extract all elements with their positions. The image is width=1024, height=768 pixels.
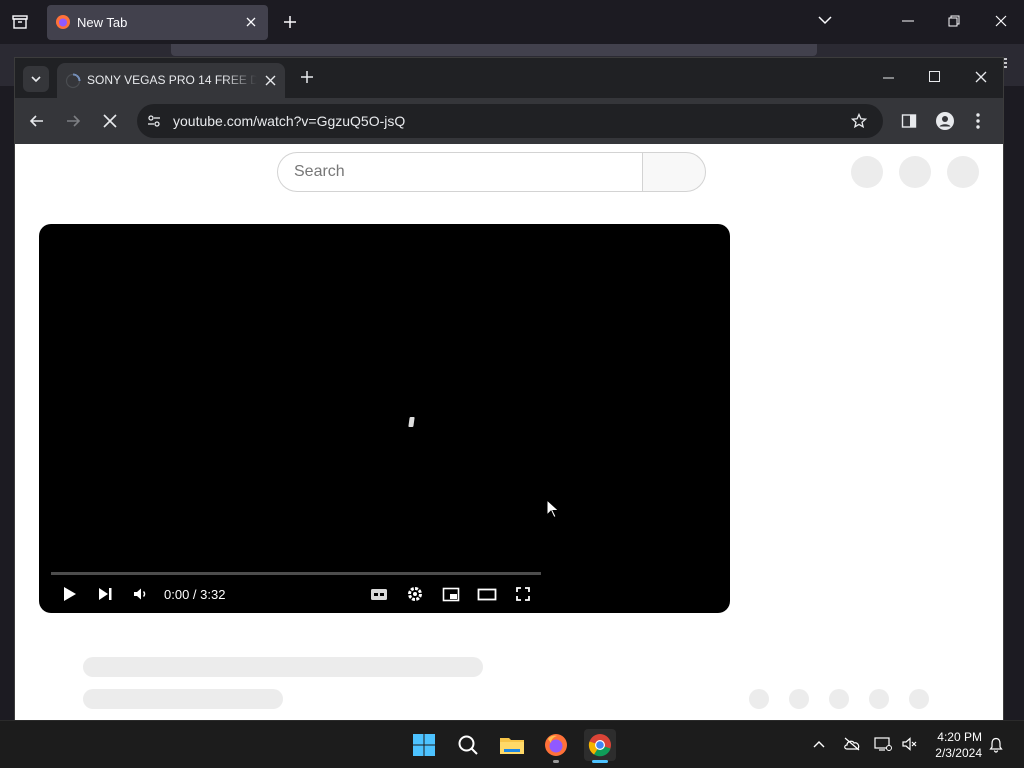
volume-icon[interactable] (127, 582, 155, 606)
minimize-icon[interactable] (883, 77, 894, 79)
volume-muted-icon[interactable] (901, 737, 919, 751)
theater-mode-icon[interactable] (473, 582, 501, 606)
close-window-icon[interactable] (995, 15, 1007, 27)
next-video-icon[interactable] (91, 582, 119, 606)
action-skeleton-dot (749, 689, 769, 709)
forward-arrow-icon[interactable] (65, 113, 81, 129)
new-tab-plus-icon[interactable] (282, 14, 298, 30)
back-arrow-icon[interactable] (29, 113, 45, 129)
clock-time: 4:20 PM (937, 730, 982, 744)
onedrive-offline-icon[interactable] (843, 737, 861, 751)
chrome-taskbar-icon[interactable] (584, 729, 616, 763)
firefox-tab-title: New Tab (77, 15, 128, 30)
action-skeleton-dot (869, 689, 889, 709)
taskbar: 4:20 PM 2/3/2024 (0, 720, 1024, 768)
header-skeleton-circle (899, 156, 931, 188)
side-panel-icon[interactable] (901, 113, 917, 129)
close-tab-icon[interactable] (265, 75, 276, 86)
minimize-icon[interactable] (902, 20, 914, 22)
network-icon[interactable] (874, 736, 892, 752)
chrome-menu-icon[interactable] (975, 112, 981, 130)
new-tab-plus-icon[interactable] (300, 70, 314, 84)
maximize-icon[interactable] (929, 71, 940, 82)
miniplayer-icon[interactable] (437, 582, 465, 606)
stop-loading-icon[interactable] (103, 114, 117, 128)
firefox-tab-new-tab[interactable]: New Tab (47, 5, 268, 40)
bookmark-star-icon[interactable] (851, 113, 867, 129)
chrome-toolbar: youtube.com/watch?v=GgzuQ5O-jsQ (15, 98, 1003, 144)
search-placeholder: Search (294, 163, 345, 180)
close-window-icon[interactable] (975, 71, 987, 83)
restore-icon[interactable] (948, 15, 960, 27)
running-indicator (553, 760, 559, 763)
video-player[interactable]: 0:00 / 3:32 (39, 224, 730, 613)
progress-bar[interactable] (51, 572, 541, 575)
fullscreen-icon[interactable] (509, 582, 537, 606)
search-icon[interactable] (452, 729, 484, 761)
chrome-tab-youtube[interactable]: SONY VEGAS PRO 14 FREE DOWNLOAD (57, 63, 285, 98)
header-skeleton-circle (947, 156, 979, 188)
list-all-tabs-chevron-icon[interactable] (818, 15, 832, 25)
firefox-tab-bar: New Tab (0, 0, 1024, 44)
system-clock[interactable]: 4:20 PM 2/3/2024 (935, 729, 982, 761)
active-indicator (592, 760, 608, 763)
site-info-tune-icon[interactable] (147, 114, 161, 128)
clock-date: 2/3/2024 (935, 746, 982, 760)
play-icon[interactable] (55, 582, 83, 606)
windows-start-icon[interactable] (408, 729, 440, 761)
firefox-tab-list-icon[interactable] (10, 12, 30, 32)
chrome-window: SONY VEGAS PRO 14 FREE DOWNLOAD (14, 57, 1004, 721)
firefox-url-bar[interactable] (171, 44, 817, 56)
title-skeleton (83, 657, 483, 677)
header-skeleton-circle (851, 156, 883, 188)
action-skeleton-dot (789, 689, 809, 709)
loading-indicator (408, 417, 415, 427)
action-skeleton-dot (829, 689, 849, 709)
settings-gear-icon[interactable] (401, 582, 429, 606)
youtube-page: Search 0:00 / 3:32 (15, 144, 1003, 721)
file-explorer-icon[interactable] (496, 729, 528, 761)
firefox-logo-icon (55, 14, 71, 30)
firefox-taskbar-icon[interactable] (540, 729, 572, 763)
chrome-tab-bar: SONY VEGAS PRO 14 FREE DOWNLOAD (15, 58, 1003, 98)
url-text: youtube.com/watch?v=GgzuQ5O-jsQ (173, 113, 406, 129)
time-display: 0:00 / 3:32 (164, 587, 226, 602)
search-input[interactable]: Search (277, 152, 643, 192)
mouse-cursor-icon (546, 499, 560, 519)
notification-bell-icon[interactable] (989, 737, 1003, 753)
address-bar[interactable]: youtube.com/watch?v=GgzuQ5O-jsQ (137, 104, 883, 138)
channel-skeleton (83, 689, 283, 709)
loading-spinner-icon (65, 73, 81, 89)
tab-search-chevron-icon[interactable] (23, 66, 49, 92)
action-skeleton-dot (909, 689, 929, 709)
show-hidden-icons-chevron-icon[interactable] (813, 740, 825, 748)
search-button[interactable] (642, 152, 706, 192)
profile-avatar-icon[interactable] (935, 111, 955, 131)
close-tab-icon[interactable] (245, 16, 257, 28)
chrome-tab-title: SONY VEGAS PRO 14 FREE DOWNLOAD (87, 73, 257, 87)
subtitles-cc-icon[interactable] (365, 582, 393, 606)
